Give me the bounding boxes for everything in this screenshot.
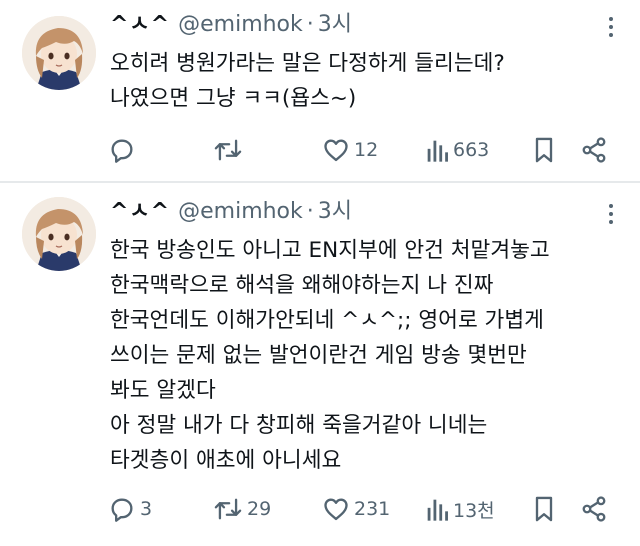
more-dots-icon[interactable] bbox=[604, 201, 618, 227]
separator-dot: · bbox=[306, 199, 314, 224]
retweet-icon bbox=[214, 139, 242, 161]
avatar[interactable] bbox=[22, 16, 96, 90]
tweet-text: 오히려 병원가라는 말은 다정하게 들리는데? 나였으면 그냥 ㅋㅋ(욥스~) bbox=[110, 46, 630, 116]
share-button[interactable] bbox=[580, 494, 608, 524]
tweet[interactable]: ^ㅅ^ @emimhok · 3시 오히려 병원가라는 말은 다정하게 들리는데… bbox=[0, 0, 640, 180]
more-dots-icon[interactable] bbox=[604, 14, 618, 40]
share-icon bbox=[582, 137, 606, 163]
reply-count: 3 bbox=[140, 498, 153, 520]
share-button[interactable] bbox=[580, 135, 608, 165]
timestamp[interactable]: 3시 bbox=[318, 10, 352, 40]
tweet-text-line: 아 정말 내가 다 창피해 죽을거같아 니네는 bbox=[110, 413, 488, 438]
retweet-icon bbox=[214, 498, 242, 520]
bookmark-button[interactable] bbox=[532, 135, 556, 165]
tweet-text-line: 나였으면 그냥 ㅋㅋ(욥스~) bbox=[110, 86, 357, 111]
bookmark-button[interactable] bbox=[532, 494, 556, 524]
like-button[interactable]: 12 bbox=[322, 135, 378, 165]
heart-icon bbox=[324, 498, 348, 521]
bookmark-icon bbox=[535, 496, 553, 522]
reply-button[interactable]: 3 bbox=[108, 494, 152, 524]
reply-button[interactable] bbox=[108, 135, 140, 165]
share-icon bbox=[582, 496, 606, 522]
separator-dot: · bbox=[306, 12, 314, 37]
tweet-text-line: 타겟층이 애초에 아니세요 bbox=[110, 448, 342, 473]
display-name[interactable]: ^ㅅ^ bbox=[110, 10, 170, 40]
tweet-text-line: 오히려 병원가라는 말은 다정하게 들리는데? bbox=[110, 51, 505, 76]
heart-icon bbox=[324, 139, 348, 162]
retweet-button[interactable] bbox=[213, 135, 247, 165]
bookmark-icon bbox=[535, 137, 553, 163]
tweet-text-line: 쓰이는 문제 없는 발언이란건 게임 방송 몇번만 bbox=[110, 343, 527, 368]
tweet-text-line: 한국 방송인도 아니고 EN지부에 안건 처맡겨놓고 bbox=[110, 238, 550, 263]
tweet[interactable]: ^ㅅ^ @emimhok · 3시 한국 방송인도 아니고 EN지부에 안건 처… bbox=[0, 185, 640, 546]
view-count: 13천 bbox=[453, 499, 495, 522]
handle[interactable]: @emimhok bbox=[178, 10, 303, 40]
like-count: 12 bbox=[354, 139, 379, 161]
divider bbox=[0, 181, 640, 183]
display-name[interactable]: ^ㅅ^ bbox=[110, 197, 170, 227]
view-count: 663 bbox=[453, 139, 490, 161]
bar-chart-icon bbox=[427, 499, 448, 521]
tweet-text-line: 한국맥락으로 해석을 왜해야하는지 나 진짜 bbox=[110, 273, 494, 298]
tweet-header: ^ㅅ^ @emimhok · 3시 bbox=[110, 10, 352, 40]
retweet-button[interactable]: 29 bbox=[213, 494, 271, 524]
avatar[interactable] bbox=[22, 197, 96, 271]
views-button[interactable]: 663 bbox=[425, 135, 489, 165]
like-button[interactable]: 231 bbox=[322, 494, 390, 524]
action-bar: 12 663 bbox=[108, 135, 618, 165]
reply-bubble-icon bbox=[111, 139, 133, 163]
tweet-header: ^ㅅ^ @emimhok · 3시 bbox=[110, 197, 352, 227]
action-bar: 3 29 231 13천 bbox=[108, 494, 618, 524]
timestamp[interactable]: 3시 bbox=[318, 197, 352, 227]
tweet-text-line: 봐도 알겠다 bbox=[110, 378, 216, 403]
views-button[interactable]: 13천 bbox=[425, 494, 495, 524]
bar-chart-icon bbox=[427, 140, 448, 162]
tweet-text-line: 한국언데도 이해가안되네 ^ㅅ^;; 영어로 가볍게 bbox=[110, 308, 544, 333]
reply-bubble-icon bbox=[111, 498, 133, 522]
retweet-count: 29 bbox=[247, 498, 272, 520]
like-count: 231 bbox=[354, 498, 391, 520]
handle[interactable]: @emimhok bbox=[178, 197, 303, 227]
tweet-text: 한국 방송인도 아니고 EN지부에 안건 처맡겨놓고 한국맥락으로 해석을 왜해… bbox=[110, 233, 630, 478]
